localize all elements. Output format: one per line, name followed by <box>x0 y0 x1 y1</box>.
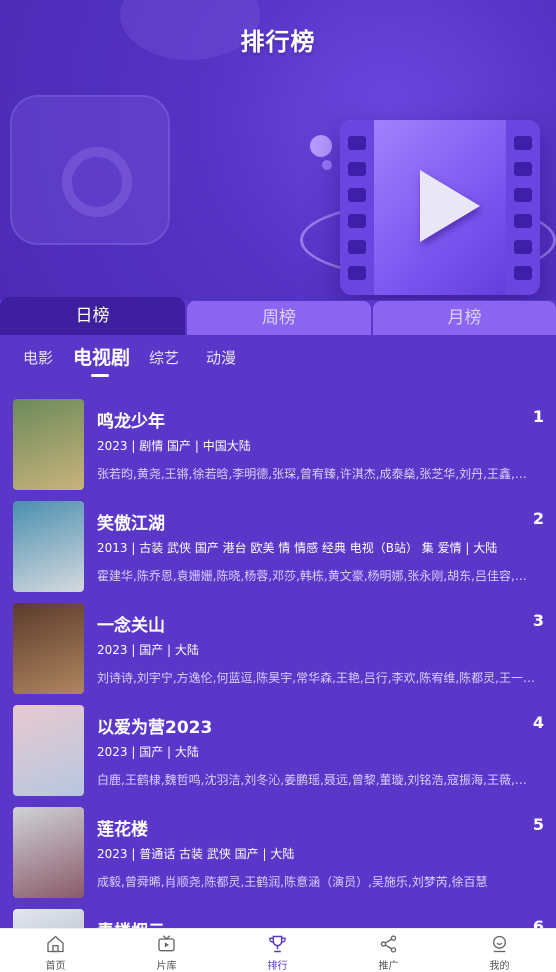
ranking-row[interactable]: 青楼烟云 6 <box>0 903 556 928</box>
item-title[interactable]: 笑傲江湖 <box>97 509 165 534</box>
tab-monthly[interactable]: 月榜 <box>373 301 556 335</box>
item-meta: 2023 | 国产 | 大陆 <box>97 643 199 657</box>
nav-label: 首页 <box>45 961 66 972</box>
item-title[interactable]: 鸣龙少年 <box>97 407 165 432</box>
nav-profile[interactable]: 我的 <box>444 929 555 972</box>
poster-image[interactable] <box>13 399 84 490</box>
rank-number: 3 <box>532 611 544 630</box>
nav-promote[interactable]: 推广 <box>333 929 444 972</box>
ranking-panel: 电影 电视剧 综艺 动漫 鸣龙少年 1 2023 | 剧情 国产 | 中国大陆 … <box>0 335 556 928</box>
item-title[interactable]: 以爱为营2023 <box>97 713 212 738</box>
nav-label: 我的 <box>489 961 510 972</box>
poster-image[interactable] <box>13 603 84 694</box>
decor-bubble <box>322 160 332 170</box>
nav-label: 推广 <box>378 961 399 972</box>
item-title[interactable]: 青楼烟云 <box>97 917 165 928</box>
item-meta: 2023 | 普通话 古装 武侠 国产 | 大陆 <box>97 847 295 861</box>
tab-weekly[interactable]: 周榜 <box>187 301 371 335</box>
trophy-icon <box>269 935 286 953</box>
item-cast: 刘诗诗,刘宇宁,方逸伦,何蓝逗,陈昊宇,常华森,王艳,吕行,李欢,陈宥维,陈都灵… <box>97 671 535 685</box>
poster-image[interactable] <box>13 705 84 796</box>
item-title[interactable]: 一念关山 <box>97 611 165 636</box>
category-variety[interactable]: 综艺 <box>149 347 179 368</box>
ranking-row[interactable]: 一念关山 3 2023 | 国产 | 大陆 刘诗诗,刘宇宁,方逸伦,何蓝逗,陈昊… <box>0 597 556 699</box>
item-title[interactable]: 莲花楼 <box>97 815 148 840</box>
category-tv[interactable]: 电视剧 <box>73 343 130 370</box>
item-cast: 白鹿,王鹤棣,魏哲鸣,沈羽洁,刘冬沁,姜鹏瑶,聂远,曾黎,董璇,刘铭浩,寇振海,… <box>97 773 527 787</box>
poster-image[interactable] <box>13 501 84 592</box>
item-cast: 霍建华,陈乔恩,袁姗姗,陈晓,杨蓉,邓莎,韩栋,黄文豪,杨明娜,张永刚,胡东,吕… <box>97 569 527 583</box>
ranking-row[interactable]: 笑傲江湖 2 2013 | 古装 武侠 国产 港台 欧美 情 情感 经典 电视（… <box>0 495 556 597</box>
ranking-row[interactable]: 鸣龙少年 1 2023 | 剧情 国产 | 中国大陆 张若昀,黄尧,王锵,徐若晗… <box>0 393 556 495</box>
ranking-row[interactable]: 以爱为营2023 4 2023 | 国产 | 大陆 白鹿,王鹤棣,魏哲鸣,沈羽洁… <box>0 699 556 801</box>
nav-label: 排行 <box>267 961 288 972</box>
nav-label: 片库 <box>156 961 177 972</box>
play-icon <box>420 170 480 242</box>
rank-number: 6 <box>532 917 544 928</box>
rank-number: 1 <box>532 407 544 426</box>
rank-number: 5 <box>532 815 544 834</box>
item-cast: 张若昀,黄尧,王锵,徐若晗,李明德,张琛,曾宥臻,许淇杰,成泰燊,张芝华,刘丹,… <box>97 467 527 481</box>
page-title: 排行榜 <box>240 28 316 56</box>
item-meta: 2023 | 剧情 国产 | 中国大陆 <box>97 439 251 453</box>
period-tabs: 日榜 周榜 月榜 <box>0 297 556 335</box>
category-anime[interactable]: 动漫 <box>206 347 236 368</box>
category-movie[interactable]: 电影 <box>23 347 53 368</box>
category-tabs: 电影 电视剧 综艺 动漫 <box>0 335 556 385</box>
ranking-row[interactable]: 莲花楼 5 2023 | 普通话 古装 武侠 国产 | 大陆 成毅,曾舜晞,肖顺… <box>0 801 556 903</box>
poster-image[interactable] <box>13 807 84 898</box>
item-meta: 2013 | 古装 武侠 国产 港台 欧美 情 情感 经典 电视（B站） 集 爱… <box>97 541 498 555</box>
rank-number: 2 <box>532 509 544 528</box>
video-clapper-icon <box>340 120 540 295</box>
item-cast: 成毅,曾舜晞,肖顺尧,陈都灵,王鹤润,陈意涵（演员）,吴施乐,刘梦芮,徐百慧 <box>97 875 488 889</box>
hero-banner: 排行榜 <box>0 0 556 300</box>
camera-decor-icon <box>10 95 170 245</box>
nav-library[interactable]: 片库 <box>111 929 222 972</box>
tv-icon <box>158 935 175 952</box>
nav-ranking[interactable]: 排行 <box>222 929 333 972</box>
profile-icon <box>493 935 506 953</box>
share-icon <box>380 935 397 953</box>
category-active-indicator <box>91 374 109 377</box>
nav-home[interactable]: 首页 <box>0 929 111 972</box>
home-icon <box>47 935 64 953</box>
tab-daily[interactable]: 日榜 <box>0 297 185 335</box>
decor-bubble <box>310 135 332 157</box>
item-meta: 2023 | 国产 | 大陆 <box>97 745 199 759</box>
rank-number: 4 <box>532 713 544 732</box>
poster-image[interactable] <box>13 909 84 928</box>
bottom-nav: 首页 片库 排行 推广 我的 <box>0 928 556 972</box>
